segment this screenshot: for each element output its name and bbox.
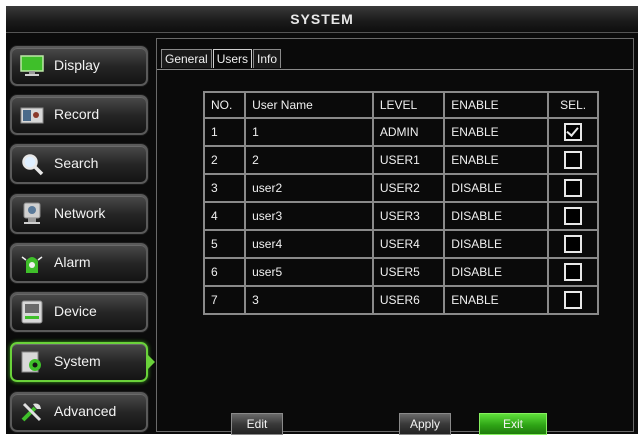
sidebar-item-network[interactable]: Network: [10, 194, 148, 234]
display-icon: [20, 54, 44, 78]
record-icon: [20, 103, 44, 127]
select-checkbox[interactable]: [564, 291, 583, 309]
cell-enable: ENABLE: [443, 285, 550, 315]
sidebar-item-device[interactable]: Device: [10, 292, 148, 332]
sidebar-item-label: Device: [54, 303, 97, 319]
sidebar-item-advanced[interactable]: Advanced: [10, 392, 148, 432]
cell-user-name: 2: [244, 145, 374, 175]
users-table: NO. User Name LEVEL ENABLE SEL. 1 1 ADMI…: [202, 91, 599, 315]
select-checkbox[interactable]: [564, 179, 583, 197]
exit-button[interactable]: Exit: [479, 413, 547, 435]
cell-no: 1: [202, 117, 247, 147]
table-row[interactable]: 3 user2 USER2 DISABLE: [202, 173, 599, 203]
cell-level: USER2: [371, 173, 446, 203]
network-icon: [20, 202, 44, 226]
cell-no: 7: [202, 285, 247, 315]
table-row[interactable]: 2 2 USER1 ENABLE: [202, 145, 599, 175]
cell-user-name: user3: [244, 201, 374, 231]
cell-no: 3: [202, 173, 247, 203]
sidebar-item-alarm[interactable]: Alarm: [10, 243, 148, 283]
users-panel: General Users Info NO. User Name LEVEL E…: [156, 38, 634, 435]
cell-user-name: user4: [244, 229, 374, 259]
cell-no: 5: [202, 229, 247, 259]
sidebar-item-search[interactable]: Search: [10, 144, 148, 184]
sidebar-item-system[interactable]: System: [10, 342, 155, 382]
cell-level: USER6: [371, 285, 446, 315]
cell-level: USER4: [371, 229, 446, 259]
table-row[interactable]: 4 user3 USER3 DISABLE: [202, 201, 599, 231]
cell-no: 4: [202, 201, 247, 231]
cell-no: 6: [202, 257, 247, 287]
table-row[interactable]: 7 3 USER6 ENABLE: [202, 285, 599, 315]
tab-info[interactable]: Info: [253, 49, 282, 68]
column-header-user-name: User Name: [244, 91, 374, 119]
sidebar-item-display[interactable]: Display: [10, 46, 148, 86]
sidebar-item-label: System: [54, 353, 101, 369]
select-checkbox[interactable]: [564, 235, 583, 253]
alarm-icon: [20, 251, 44, 275]
cell-user-name: 1: [244, 117, 374, 147]
cell-enable: ENABLE: [443, 145, 550, 175]
cell-level: ADMIN: [371, 117, 446, 147]
system-icon: [20, 350, 44, 374]
column-header-level: LEVEL: [371, 91, 446, 119]
cell-user-name: user2: [244, 173, 374, 203]
apply-button[interactable]: Apply: [399, 413, 451, 435]
select-checkbox[interactable]: [564, 263, 583, 281]
sidebar-item-label: Alarm: [54, 254, 91, 270]
select-checkbox[interactable]: [564, 207, 583, 225]
cell-enable: DISABLE: [443, 173, 550, 203]
dvr-window: SYSTEM Display Record Search Network Ala…: [6, 6, 638, 435]
cell-level: USER3: [371, 201, 446, 231]
cell-enable: ENABLE: [443, 117, 550, 147]
window-title: SYSTEM: [6, 6, 638, 33]
sidebar-item-label: Network: [54, 205, 106, 221]
advanced-icon: [20, 400, 44, 424]
select-checkbox[interactable]: [564, 123, 583, 141]
cell-user-name: user5: [244, 257, 374, 287]
cell-level: USER1: [371, 145, 446, 175]
cell-level: USER5: [371, 257, 446, 287]
sidebar-item-record[interactable]: Record: [10, 95, 148, 135]
select-checkbox[interactable]: [564, 151, 583, 169]
cell-enable: DISABLE: [443, 229, 550, 259]
cell-enable: DISABLE: [443, 201, 550, 231]
search-icon: [20, 152, 44, 176]
sidebar-item-label: Record: [54, 106, 100, 122]
device-icon: [20, 300, 44, 324]
column-header-enable: ENABLE: [443, 91, 550, 119]
table-row[interactable]: 6 user5 USER5 DISABLE: [202, 257, 599, 287]
table-header-row: NO. User Name LEVEL ENABLE SEL.: [202, 91, 599, 119]
tab-bar: General Users Info: [161, 49, 282, 69]
sidebar-item-label: Display: [54, 57, 100, 73]
cell-no: 2: [202, 145, 247, 175]
tab-divider: [157, 69, 633, 70]
sidebar-item-label: Search: [54, 155, 99, 171]
tab-general[interactable]: General: [161, 49, 212, 68]
edit-button[interactable]: Edit: [231, 413, 283, 435]
table-row[interactable]: 1 1 ADMIN ENABLE: [202, 117, 599, 147]
column-header-no: NO.: [202, 91, 247, 119]
sidebar-item-label: Advanced: [54, 403, 117, 419]
table-row[interactable]: 5 user4 USER4 DISABLE: [202, 229, 599, 259]
cell-user-name: 3: [244, 285, 374, 315]
cell-enable: DISABLE: [443, 257, 550, 287]
column-header-sel: SEL.: [547, 91, 599, 119]
tab-users[interactable]: Users: [212, 49, 253, 68]
